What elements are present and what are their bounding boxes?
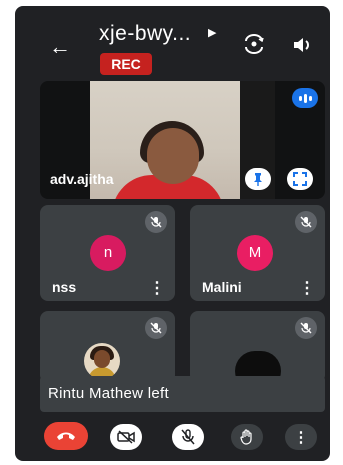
top-bar: ← xje-bwy... ▶ REC [15,6,330,80]
phone-hangup-icon[interactable] [44,422,88,450]
raise-hand-icon[interactable] [231,424,263,450]
meeting-screen: ← xje-bwy... ▶ REC adv.ajitha n nss ⋮ M … [15,6,330,461]
participant-name: adv.ajitha [50,171,114,187]
main-video-tile[interactable]: adv.ajitha [40,81,325,199]
camera-off-icon[interactable] [110,424,142,450]
fullscreen-icon[interactable] [287,168,313,190]
participant-name: nss [52,279,77,295]
speaker-icon[interactable] [292,36,312,59]
participant-tile[interactable]: n nss ⋮ [40,205,175,301]
participant-tile[interactable] [190,311,325,383]
mic-off-icon [295,211,317,233]
audio-level-icon [292,88,318,108]
avatar-photo-face [94,350,110,368]
avatar: n [90,235,126,271]
notification-toast: Rintu Mathew left [40,376,325,412]
mic-off-icon [145,211,167,233]
meeting-title[interactable]: xje-bwy... [99,22,191,46]
call-controls: ⋮ [15,420,330,456]
participant-name: Malini [202,279,242,295]
pin-icon[interactable] [245,168,271,190]
arrow-left-icon[interactable]: ← [49,36,71,58]
mic-off-icon [145,317,167,339]
rec-badge: REC [100,53,152,75]
mic-off-icon [295,317,317,339]
participant-tile[interactable] [40,311,175,383]
avatar: M [237,235,273,271]
avatar [84,343,120,379]
caret-right-icon[interactable]: ▶ [208,26,216,39]
more-options-icon[interactable]: ⋮ [149,281,165,297]
participant-tile[interactable]: M Malini ⋮ [190,205,325,301]
camera-switch-icon[interactable] [243,34,265,59]
more-options-icon[interactable]: ⋮ [299,281,315,297]
video-figure-face [147,128,199,184]
mic-off-icon[interactable] [172,424,204,450]
more-options-icon[interactable]: ⋮ [285,424,317,450]
